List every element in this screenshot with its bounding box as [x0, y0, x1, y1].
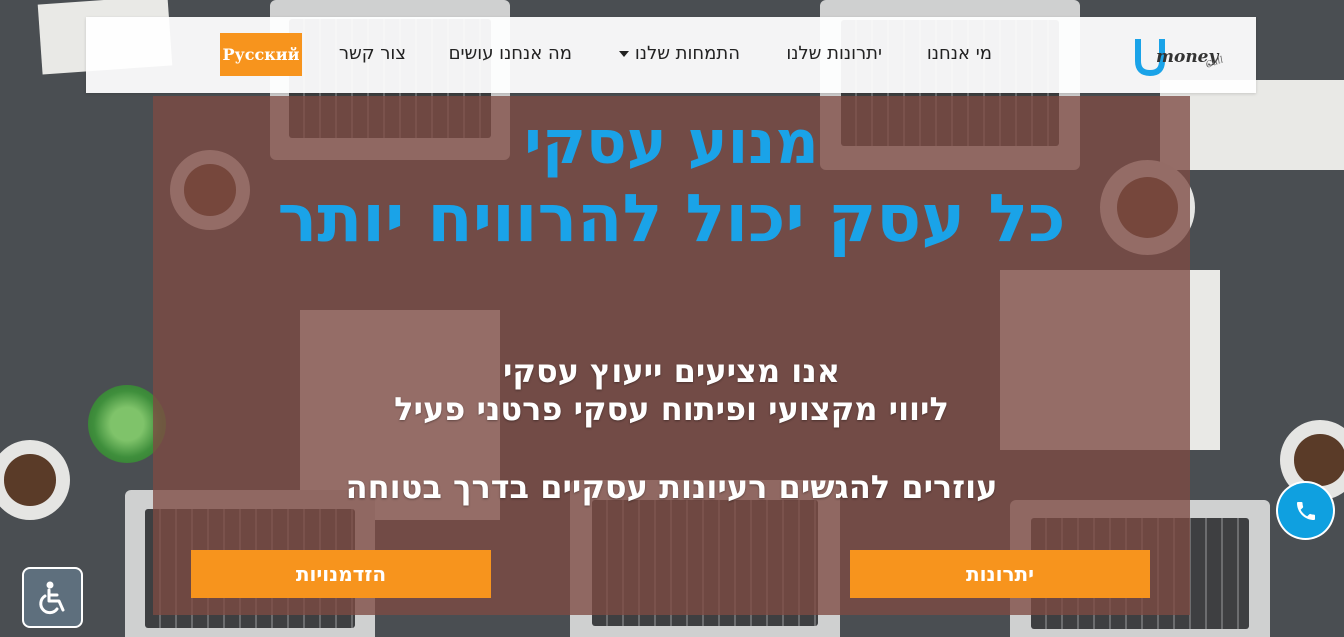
opportunities-button[interactable]: הזדמנויות [191, 550, 491, 598]
chevron-down-icon [618, 51, 629, 57]
nav-item-services[interactable]: מה אנחנו עושים [449, 43, 572, 64]
advantages-button[interactable]: יתרונות [850, 550, 1150, 598]
top-navbar: money Call מי אנחנו יתרונות שלנו התמחות … [86, 17, 1256, 93]
nav-item-about[interactable]: מי אנחנו [927, 43, 992, 64]
language-switch-button[interactable]: Русский [220, 33, 302, 76]
nav-item-contact[interactable]: צור קשר [339, 43, 406, 64]
hero-subtext-line2: ליווי מקצועי ופיתוח עסקי פרטני פעיל [394, 390, 949, 428]
hero-subtext-line1: אנו מציעים ייעוץ עסקי [502, 352, 841, 390]
accessibility-button[interactable] [22, 567, 83, 628]
page: money Call מי אנחנו יתרונות שלנו התמחות … [0, 0, 1344, 637]
call-button[interactable] [1278, 483, 1333, 538]
hero-title-line2: כל עסק יכול להרוויח יותר [277, 180, 1066, 257]
phone-icon [1296, 501, 1315, 520]
nav-item-specialties[interactable]: התמחות שלנו [618, 43, 740, 64]
nav-item-advantages[interactable]: יתרונות שלנו [786, 43, 882, 64]
wheelchair-icon [38, 581, 64, 614]
umoney-logo[interactable]: money Call [1134, 35, 1225, 77]
hero-title-line1: מנוע עסקי [524, 108, 819, 178]
nav-item-specialties-label: התמחות שלנו [634, 43, 740, 64]
hero-subtext-line3: עוזרים להגשים רעיונות עסקיים בדרך בטוחה [345, 468, 998, 506]
